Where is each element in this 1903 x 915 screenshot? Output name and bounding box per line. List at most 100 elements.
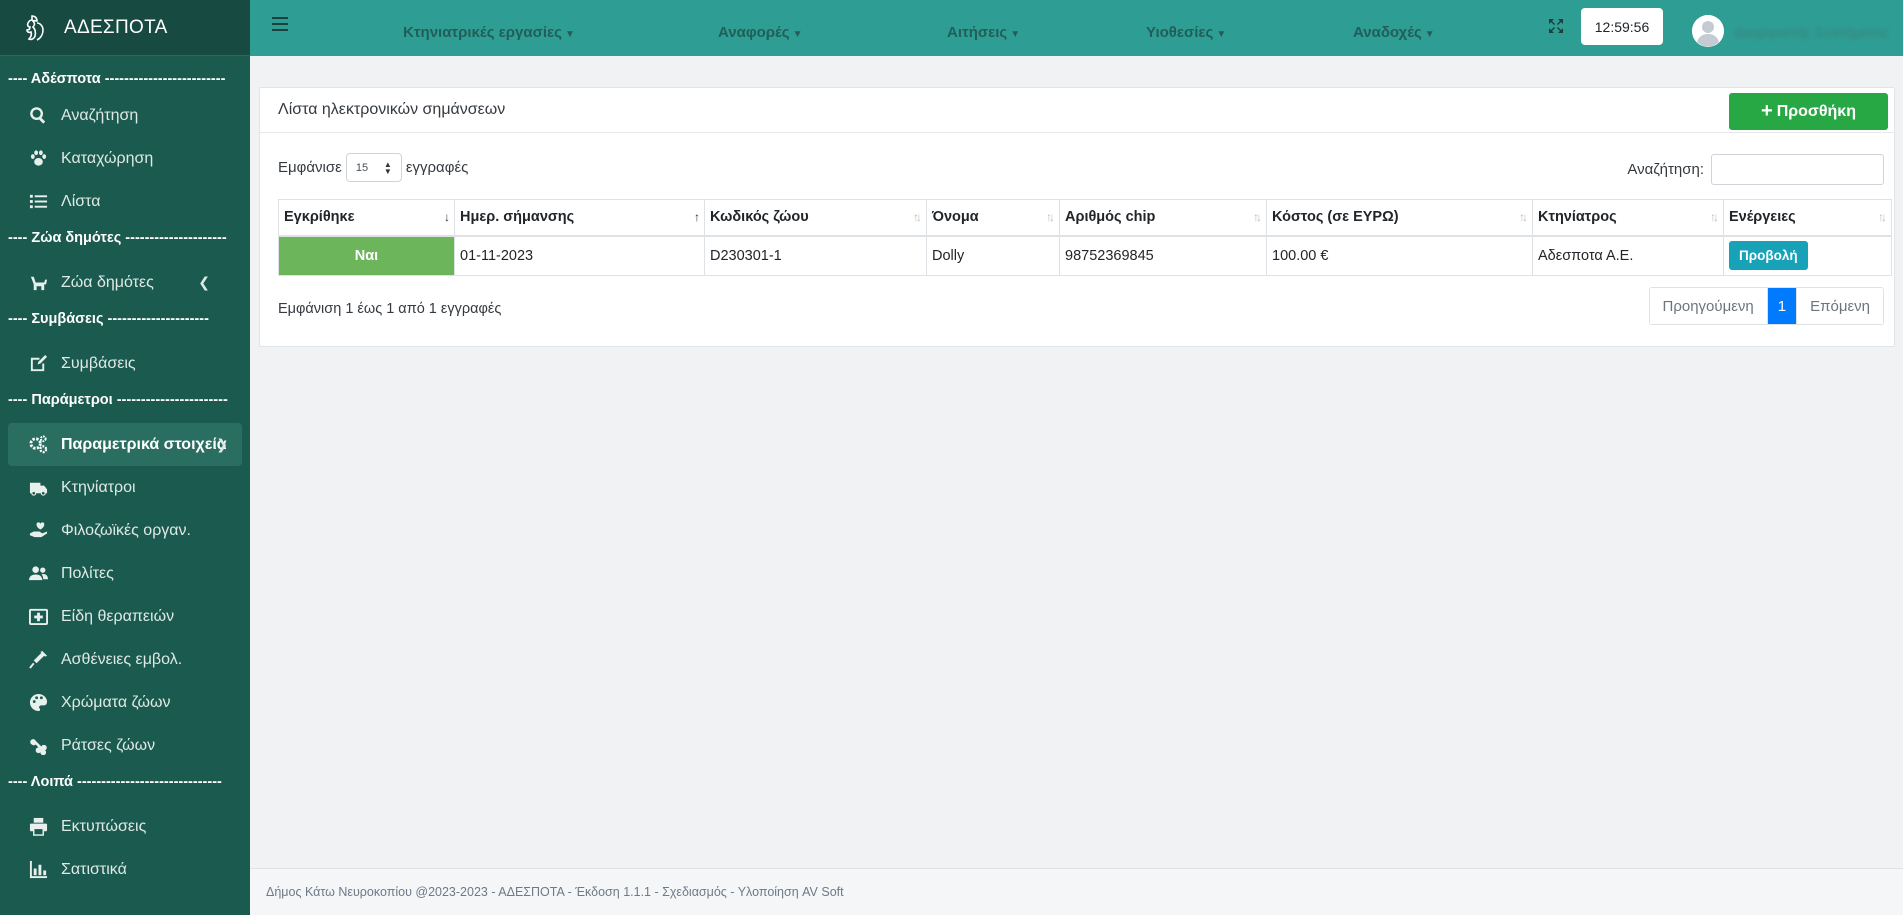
column-label: Κόστος (σε ΕΥΡΩ) bbox=[1272, 209, 1399, 226]
column-label: Εγκρίθηκε bbox=[284, 209, 355, 226]
chevron-down-icon: ▼ bbox=[1424, 29, 1435, 40]
sidebar-item-diseases[interactable]: Ασθένειες εμβολ. bbox=[0, 638, 250, 681]
menu-adoptions[interactable]: Υιοθεσίες ▼ bbox=[1146, 24, 1226, 41]
menu-requests[interactable]: Αιτήσεις ▼ bbox=[947, 24, 1020, 41]
select-arrows-icon: ▲ ▼ bbox=[383, 160, 392, 176]
pagination-next[interactable]: Επόμενη bbox=[1796, 288, 1883, 324]
sidebar-item-label: Φιλοζωϊκές οργαν. bbox=[61, 521, 191, 539]
page-title: Λίστα ηλεκτρονικών σημάνσεων bbox=[278, 101, 506, 118]
section-header-contracts: ---- Συμβάσεις --------------------- bbox=[8, 311, 209, 327]
sidebar-item-vets[interactable]: Κτηνίατροι bbox=[0, 466, 250, 509]
column-label: Όνομα bbox=[932, 209, 979, 226]
column-label: Αριθμός chip bbox=[1065, 209, 1156, 226]
add-button[interactable]: + Προσθήκη bbox=[1729, 93, 1888, 130]
page-length-select[interactable]: 15 ▲ ▼ bbox=[345, 153, 402, 182]
sidebar-item-search[interactable]: Αναζήτηση bbox=[0, 94, 250, 137]
list-icon bbox=[28, 192, 48, 212]
ambulance-icon bbox=[28, 478, 48, 498]
sidebar-item-list[interactable]: Λίστα bbox=[0, 180, 250, 223]
clock: 12:59:56 bbox=[1581, 8, 1663, 45]
sidebar-item-label: Ράτσες ζώων bbox=[61, 736, 156, 754]
footer: Δήμος Κάτω Νευροκοπίου @2023-2023 - ΑΔΕΣ… bbox=[250, 868, 1903, 915]
users-icon bbox=[28, 564, 48, 584]
show-suffix: εγγραφές bbox=[405, 159, 469, 176]
pagination: Προηγούμενη 1 Επόμενη bbox=[1648, 287, 1884, 325]
chart-icon bbox=[28, 860, 48, 880]
code-cell: D230301-1 bbox=[704, 235, 927, 276]
dog-icon bbox=[28, 273, 48, 293]
syringe-icon bbox=[28, 650, 48, 670]
table-header-row: Εγκρίθηκε ↓ Ημερ. σήμανσης ↑ Κωδικός ζώου ↑… bbox=[278, 199, 1892, 237]
sort-icon: ↑↓ bbox=[913, 210, 922, 224]
sidebar-item-statistics[interactable]: Σατιστικά bbox=[0, 848, 250, 891]
hamburger-menu-icon[interactable] bbox=[272, 17, 288, 31]
sort-icon: ↑↓ bbox=[1253, 210, 1262, 224]
menu-vet-tasks[interactable]: Κτηνιατρικές εργασίες ▼ bbox=[403, 24, 575, 41]
sort-icon: ↑↓ bbox=[1710, 210, 1719, 224]
sidebar-item-prints[interactable]: Εκτυπώσεις bbox=[0, 805, 250, 848]
sidebar-item-register[interactable]: Καταχώρηση bbox=[0, 137, 250, 180]
sidebar-item-treatments[interactable]: Είδη θεραπειών bbox=[0, 595, 250, 638]
fullscreen-icon[interactable] bbox=[1548, 18, 1564, 34]
user-name[interactable]: Διαχειριστής Συστήματος bbox=[1734, 24, 1889, 40]
sidebar-item-label: Παραμετρικά στοιχεία bbox=[61, 435, 227, 453]
menu-label: Αναδοχές bbox=[1353, 24, 1422, 41]
view-button[interactable]: Προβολή bbox=[1729, 241, 1808, 271]
bone-icon bbox=[28, 736, 48, 756]
paw-icon bbox=[28, 149, 48, 169]
sidebar-item-organizations[interactable]: Φιλοζωϊκές οργαν. bbox=[0, 509, 250, 552]
search-label: Αναζήτηση: bbox=[1627, 161, 1704, 178]
chevron-down-icon: ▼ bbox=[1010, 29, 1021, 40]
column-header[interactable]: Εγκρίθηκε ↓ bbox=[278, 199, 455, 237]
column-header[interactable]: Ενέργειες ↑↓ bbox=[1723, 199, 1892, 237]
sidebar-item-contracts[interactable]: Συμβάσεις bbox=[0, 342, 250, 385]
search-input[interactable] bbox=[1711, 154, 1884, 185]
sidebar-item-label: Είδη θεραπειών bbox=[61, 607, 175, 625]
section-header-stray: ---- Αδέσποτα ------------------------- bbox=[8, 71, 226, 87]
actions-cell: Προβολή bbox=[1723, 235, 1892, 276]
sidebar-item-label: Εκτυπώσεις bbox=[61, 817, 147, 835]
brand[interactable]: ΑΔΕΣΠΟΤΑ bbox=[0, 0, 250, 56]
menu-label: Αιτήσεις bbox=[947, 24, 1008, 41]
sidebar-item-label: Χρώματα ζώων bbox=[61, 693, 171, 711]
cost-cell: 100.00 € bbox=[1266, 235, 1533, 276]
sidebar-item-breeds[interactable]: Ράτσες ζώων bbox=[0, 724, 250, 767]
data-table: Εγκρίθηκε ↓ Ημερ. σήμανσης ↑ Κωδικός ζώου ↑… bbox=[278, 199, 1892, 276]
menu-fostering[interactable]: Αναδοχές ▼ bbox=[1353, 24, 1435, 41]
pagination-previous[interactable]: Προηγούμενη bbox=[1649, 288, 1768, 324]
column-label: Κτηνίατρος bbox=[1538, 209, 1617, 226]
table-row[interactable]: Ναι 01-11-2023 D230301-1 Dolly 987523698… bbox=[278, 235, 1892, 276]
search-icon bbox=[28, 106, 48, 126]
sort-icon: ↑↓ bbox=[1878, 210, 1887, 224]
column-header[interactable]: Ημερ. σήμανσης ↑ bbox=[454, 199, 705, 237]
column-header[interactable]: Αριθμός chip ↑↓ bbox=[1059, 199, 1267, 237]
avatar[interactable] bbox=[1692, 15, 1724, 47]
menu-reports[interactable]: Αναφορές ▼ bbox=[718, 24, 803, 41]
column-label: Κωδικός ζώου bbox=[710, 209, 809, 226]
pagination-page-1[interactable]: 1 bbox=[1767, 288, 1797, 324]
column-header[interactable]: Όνομα ↑↓ bbox=[926, 199, 1060, 237]
column-header[interactable]: Κτηνίατρος ↑↓ bbox=[1532, 199, 1724, 237]
chevron-down-icon: ▼ bbox=[1216, 29, 1227, 40]
sidebar-item-label: Λίστα bbox=[61, 192, 101, 210]
hand-heart-icon bbox=[28, 521, 48, 541]
page-length-value: 15 bbox=[355, 161, 369, 174]
sidebar-item-parametric[interactable]: Παραμετρικά στοιχεία ❯ bbox=[8, 423, 242, 466]
column-label: Ενέργειες bbox=[1729, 209, 1796, 226]
sidebar-item-label: Πολίτες bbox=[61, 564, 114, 582]
sidebar-item-label: Συμβάσεις bbox=[61, 354, 136, 372]
topbar: Κτηνιατρικές εργασίες ▼ Αναφορές ▼ Αιτήσει… bbox=[250, 0, 1903, 56]
add-button-label: Προσθήκη bbox=[1776, 102, 1856, 120]
show-prefix: Εμφάνισε bbox=[278, 159, 342, 176]
sidebar-item-label: Καταχώρηση bbox=[61, 149, 154, 167]
table-search: Αναζήτηση: bbox=[1627, 154, 1884, 185]
sidebar-item-colors[interactable]: Χρώματα ζώων bbox=[0, 681, 250, 724]
column-header[interactable]: Κόστος (σε ΕΥΡΩ) ↑↓ bbox=[1266, 199, 1533, 237]
plus-icon: + bbox=[1761, 100, 1773, 122]
main-card: Λίστα ηλεκτρονικών σημάνσεων + Προσθήκη … bbox=[259, 87, 1895, 347]
sidebar-item-citizens[interactable]: Πολίτες bbox=[0, 552, 250, 595]
chevron-down-icon: ▼ bbox=[564, 29, 575, 40]
sidebar-item-citizen-animals[interactable]: Ζώα δημότες ❮ bbox=[0, 261, 250, 304]
column-header[interactable]: Κωδικός ζώου ↑↓ bbox=[704, 199, 927, 237]
menu-label: Αναφορές bbox=[718, 24, 790, 41]
